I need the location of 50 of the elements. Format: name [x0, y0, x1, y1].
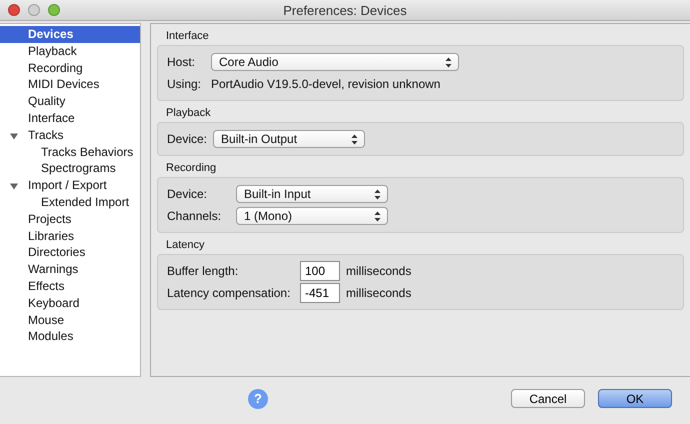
- close-icon[interactable]: [8, 4, 20, 16]
- up-down-arrows-icon: [351, 134, 358, 144]
- dropdown[interactable]: Core Audio: [211, 53, 459, 71]
- sidebar-item[interactable]: Mouse: [0, 312, 140, 328]
- sidebar-item[interactable]: Directories: [0, 244, 140, 262]
- window-title: Preferences: Devices: [283, 2, 407, 18]
- up-down-arrows-icon: [374, 188, 381, 200]
- field-label: Device:: [167, 187, 208, 201]
- field-label: Host:: [167, 55, 196, 69]
- field-label: Buffer length:: [167, 264, 240, 278]
- disclosure-triangle-icon[interactable]: [10, 182, 18, 190]
- sidebar-item[interactable]: Interface: [0, 110, 140, 127]
- group-title: Interface: [166, 30, 209, 43]
- field-label: Channels:: [167, 209, 222, 223]
- dropdown[interactable]: 1 (Mono): [236, 207, 388, 225]
- sidebar-item[interactable]: Extended Import: [0, 194, 140, 211]
- field-label: Device:: [167, 132, 208, 146]
- sidebar-item[interactable]: Quality: [0, 93, 140, 110]
- zoom-icon[interactable]: [48, 4, 60, 16]
- sidebar-item[interactable]: Effects: [0, 278, 140, 295]
- info-text: PortAudio V19.5.0-devel, revision unknown: [211, 77, 440, 91]
- sidebar-item[interactable]: MIDI Devices: [0, 76, 140, 94]
- dropdown[interactable]: Built-in Input: [236, 185, 388, 203]
- field-label: Using:: [167, 77, 202, 91]
- number-field[interactable]: 100: [300, 261, 340, 281]
- sidebar-item[interactable]: Modules: [0, 328, 140, 346]
- sidebar-item[interactable]: Tracks: [0, 126, 140, 144]
- sidebar-item[interactable]: Tracks Behaviors: [0, 144, 140, 160]
- sidebar-item[interactable]: Recording: [0, 60, 140, 76]
- unit-label: milliseconds: [346, 264, 412, 278]
- disclosure-triangle-icon[interactable]: [10, 132, 18, 140]
- sidebar-item[interactable]: Libraries: [0, 228, 140, 244]
- sidebar-item[interactable]: Keyboard: [0, 294, 140, 312]
- sidebar-item[interactable]: Projects: [0, 210, 140, 228]
- sidebar-item[interactable]: Devices: [0, 26, 140, 43]
- sidebar-item[interactable]: Playback: [0, 42, 140, 60]
- sidebar-item[interactable]: Warnings: [0, 261, 140, 278]
- group-title: Playback: [166, 107, 211, 120]
- group-title: Recording: [166, 162, 216, 175]
- up-down-arrows-icon: [445, 56, 452, 68]
- dropdown[interactable]: Built-in Output: [213, 130, 366, 148]
- dialog-button[interactable]: Cancel: [511, 389, 585, 408]
- unit-label: milliseconds: [346, 286, 412, 300]
- sidebar-item[interactable]: Import / Export: [0, 177, 140, 194]
- up-down-arrows-icon: [374, 210, 381, 222]
- dialog-button[interactable]: OK: [598, 389, 672, 408]
- number-field[interactable]: -451: [300, 283, 340, 303]
- sidebar-item[interactable]: Spectrograms: [0, 160, 140, 178]
- group-title: Latency: [166, 239, 205, 252]
- field-label: Latency compensation:: [167, 286, 292, 300]
